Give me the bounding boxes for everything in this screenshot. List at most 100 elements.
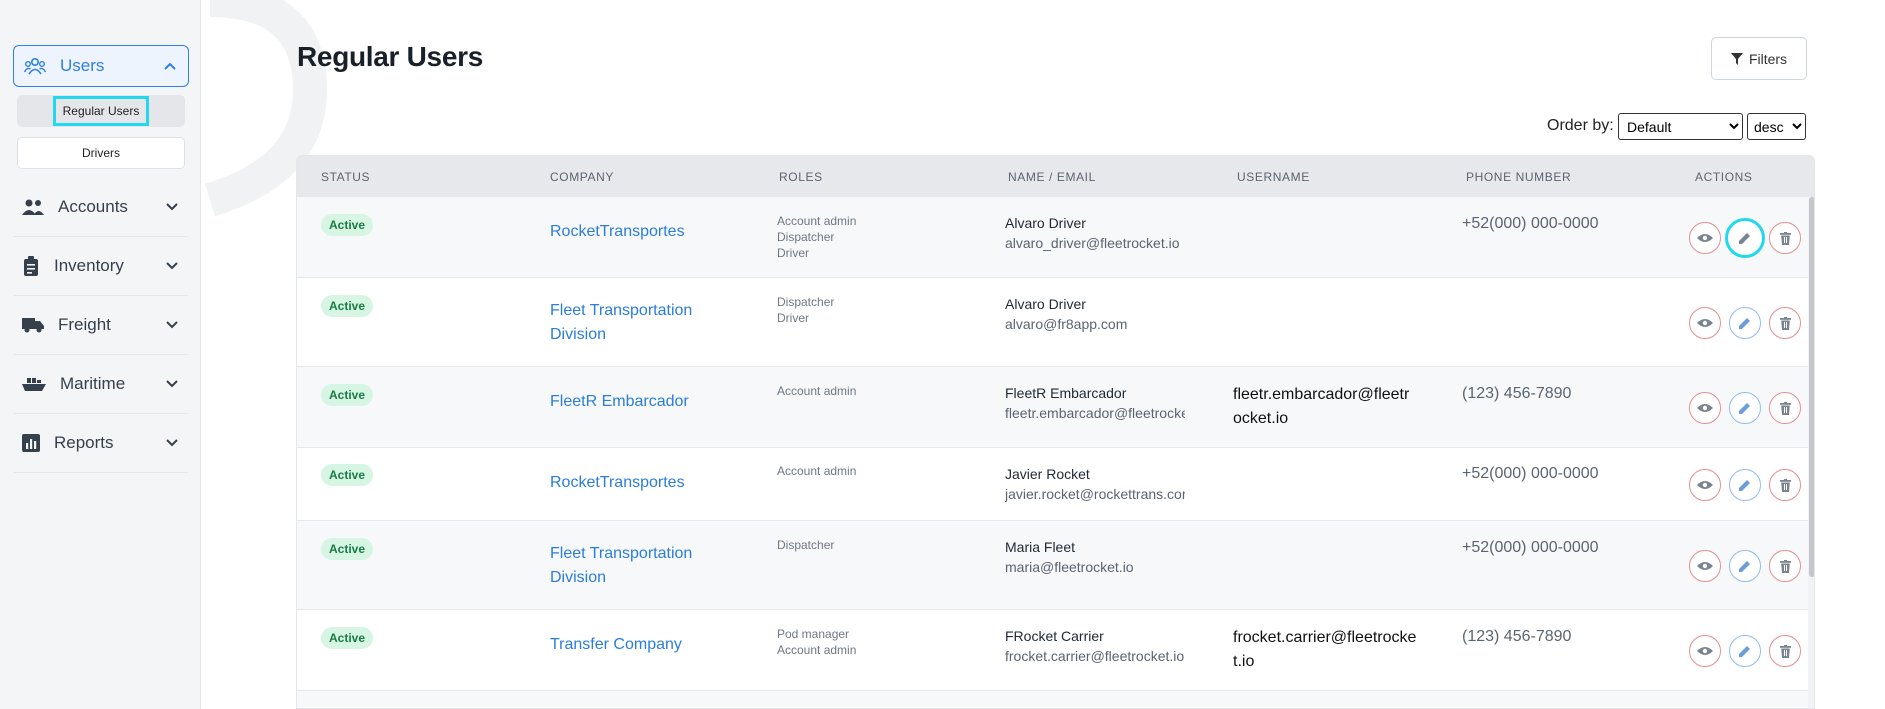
role-item: Driver xyxy=(777,246,809,260)
roles-list: Dispatcher xyxy=(777,537,834,553)
eye-icon xyxy=(1697,562,1713,570)
filters-label: Filters xyxy=(1748,50,1788,67)
nav-accounts-label: Accounts xyxy=(58,197,128,216)
sidebar-item-regular-users[interactable]: Regular Users xyxy=(17,95,185,127)
phone-number: (123) 456-7890 xyxy=(1462,628,1572,645)
pencil-icon xyxy=(1739,233,1750,244)
edit-button[interactable] xyxy=(1729,307,1761,339)
trash-icon xyxy=(1779,644,1791,658)
trash-icon xyxy=(1779,231,1791,245)
status-badge: Active xyxy=(321,627,373,649)
sidebar-item-label: Drivers xyxy=(82,146,120,160)
company-link[interactable]: RocketTransportes xyxy=(550,220,710,244)
nav-inventory[interactable]: Inventory xyxy=(14,237,188,296)
status-badge: Active xyxy=(321,538,373,560)
phone-number: +52(000) 000-0000 xyxy=(1462,215,1599,232)
delete-button[interactable] xyxy=(1769,550,1801,582)
delete-button[interactable] xyxy=(1769,222,1801,254)
edit-button[interactable] xyxy=(1729,635,1761,667)
delete-button[interactable] xyxy=(1769,392,1801,424)
role-item: Dispatcher xyxy=(777,295,835,309)
table-header: STATUS COMPANY ROLES NAME / EMAIL USERNA… xyxy=(297,156,1814,197)
edit-button[interactable] xyxy=(1729,392,1761,424)
truck-icon xyxy=(22,318,44,333)
company-link[interactable]: Fleet Transportation Division xyxy=(550,299,710,347)
pencil-icon xyxy=(1739,403,1750,414)
company-link[interactable]: Transfer Company xyxy=(550,633,710,657)
nav-freight-label: Freight xyxy=(58,315,111,334)
page-title: Regular Users xyxy=(297,41,483,72)
role-item: Account admin xyxy=(777,464,857,478)
pencil-icon xyxy=(1739,480,1750,491)
username: fleetr.embarcador@fleetrocket.io xyxy=(1233,386,1410,427)
chevron-down-icon xyxy=(166,321,178,329)
company-link[interactable]: FleetR Embarcador xyxy=(550,390,710,414)
header-roles: ROLES xyxy=(779,170,823,184)
roles-list: Account admin Dispatcher Driver xyxy=(777,213,856,261)
role-item: Dispatcher xyxy=(777,538,835,552)
status-badge: Active xyxy=(321,384,373,406)
phone-number: +52(000) 000-0000 xyxy=(1462,465,1599,482)
user-email: frocket.carrier@fleetrocket.io xyxy=(1005,648,1185,664)
nav-reports[interactable]: Reports xyxy=(14,414,188,473)
delete-button[interactable] xyxy=(1769,635,1801,667)
user-email: alvaro_driver@fleetrocket.io xyxy=(1005,235,1180,251)
scrollbar-thumb[interactable] xyxy=(1809,197,1814,577)
eye-icon xyxy=(1697,481,1713,489)
table-row: Active RocketTransportes Account admin D… xyxy=(297,197,1808,278)
delete-button[interactable] xyxy=(1769,307,1801,339)
chart-icon xyxy=(22,434,40,452)
view-button[interactable] xyxy=(1689,469,1721,501)
user-name: FRocket Carrier xyxy=(1005,628,1104,644)
header-name-email: NAME / EMAIL xyxy=(1008,170,1096,184)
order-by-select[interactable]: Default xyxy=(1618,113,1743,140)
trash-icon xyxy=(1779,401,1791,415)
eye-icon xyxy=(1697,319,1713,327)
table-row: Active RocketTransportes Account admin J… xyxy=(297,448,1808,521)
company-link[interactable]: RocketTransportes xyxy=(550,471,710,495)
sidebar-item-drivers[interactable]: Drivers xyxy=(17,137,185,169)
table-scrollbar[interactable] xyxy=(1808,197,1814,708)
header-username: USERNAME xyxy=(1237,170,1310,184)
eye-icon xyxy=(1697,404,1713,412)
eye-icon xyxy=(1697,234,1713,242)
nav-accounts[interactable]: Accounts xyxy=(14,178,188,237)
chevron-down-icon xyxy=(166,203,178,211)
nav-freight[interactable]: Freight xyxy=(14,296,188,355)
nav-maritime[interactable]: Maritime xyxy=(14,355,188,414)
users-table: STATUS COMPANY ROLES NAME / EMAIL USERNA… xyxy=(296,155,1815,709)
view-button[interactable] xyxy=(1689,222,1721,254)
accounts-icon xyxy=(22,199,44,215)
chevron-down-icon xyxy=(166,380,178,388)
view-button[interactable] xyxy=(1689,307,1721,339)
view-button[interactable] xyxy=(1689,392,1721,424)
table-row: Active Fleet Transportation Division Dis… xyxy=(297,278,1808,367)
edit-button[interactable] xyxy=(1729,550,1761,582)
role-item: Dispatcher xyxy=(777,230,835,244)
roles-list: Dispatcher Driver xyxy=(777,294,834,326)
chevron-up-icon xyxy=(164,62,176,70)
status-badge: Active xyxy=(321,214,373,236)
order-direction-select[interactable]: desc xyxy=(1747,113,1806,140)
clipboard-icon xyxy=(24,256,38,276)
status-badge: Active xyxy=(321,464,373,486)
filter-icon xyxy=(1730,52,1743,65)
nav-users[interactable]: Users xyxy=(13,45,189,87)
user-name: FleetR Embarcador xyxy=(1005,385,1127,401)
edit-button[interactable] xyxy=(1725,218,1765,258)
filters-button[interactable]: Filters xyxy=(1711,37,1807,80)
phone-number: +52(000) 000-0000 xyxy=(1462,539,1599,556)
nav-reports-label: Reports xyxy=(54,433,114,452)
pencil-icon xyxy=(1739,646,1750,657)
username: frocket.carrier@fleetrocket.io xyxy=(1233,629,1417,670)
delete-button[interactable] xyxy=(1769,469,1801,501)
trash-icon xyxy=(1779,559,1791,573)
company-link[interactable]: Fleet Transportation Division xyxy=(550,542,710,590)
user-email: fleetr.embarcador@fleetrocke xyxy=(1005,405,1185,421)
table-row: Active FleetR Embarcador Account admin F… xyxy=(297,367,1808,448)
user-name: Alvaro Driver xyxy=(1005,296,1086,312)
view-button[interactable] xyxy=(1689,635,1721,667)
edit-button[interactable] xyxy=(1729,469,1761,501)
view-button[interactable] xyxy=(1689,550,1721,582)
role-item: Pod manager xyxy=(777,627,850,641)
